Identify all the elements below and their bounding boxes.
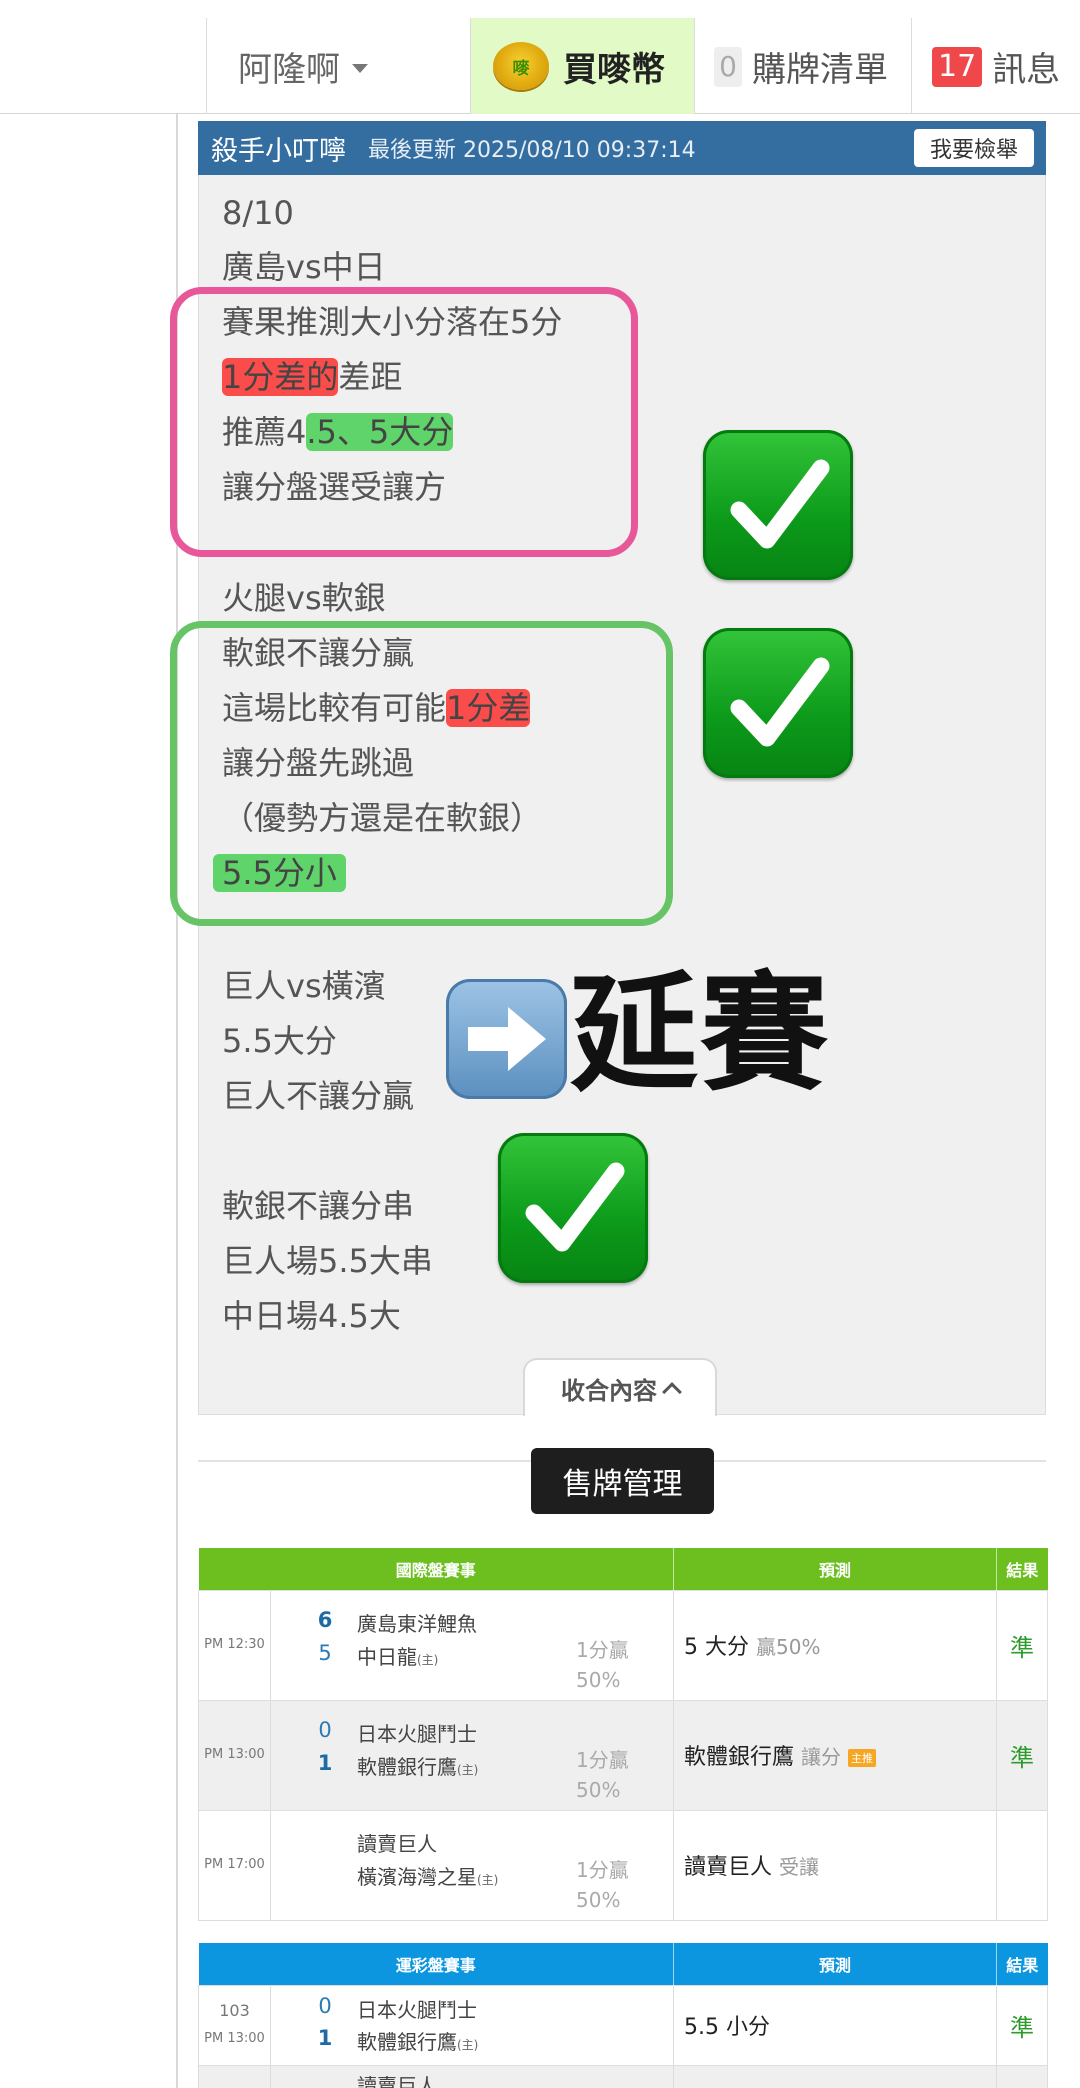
game-number: 103 [219, 2001, 250, 2020]
post-line: 5.5大分 [222, 1022, 337, 1060]
result-badge: 準 [996, 1589, 1049, 1701]
intl-games-table: 國際盤賽事 預測 結果 PM 12:30 6 5 廣島東洋鯉魚 中日龍(主) 1… [198, 1548, 1049, 1921]
result-badge [996, 1809, 1049, 1921]
postponed-label: 延賽 [570, 960, 831, 1109]
lottery-games-table: 運彩盤賽事 預測 結果 103 PM 13:00 0 1 日本火腿鬥士 軟體銀行鷹… [198, 1943, 1049, 2088]
check-mark-icon [703, 430, 853, 580]
teams-cell: 讀賣巨人 [269, 2064, 675, 2088]
home-team[interactable]: 中日龍(主) [357, 1641, 438, 1670]
handicap-pct: 50% [576, 1777, 621, 1802]
post-line: 巨人不讓分贏 [222, 1077, 415, 1115]
home-team[interactable]: 軟體銀行鷹(主) [357, 1751, 478, 1780]
teams-cell: 0 1 日本火腿鬥士 軟體銀行鷹(主) 1分贏 50% [269, 1699, 675, 1811]
game-time: PM 17:00 [198, 1809, 271, 1921]
post-line: 廣島vs中日 [222, 248, 386, 286]
report-button[interactable]: 我要檢舉 [913, 129, 1034, 167]
collapse-content-button[interactable]: 收合內容 [523, 1358, 717, 1416]
nav-divider [911, 18, 912, 114]
chevron-down-icon [352, 64, 368, 73]
home-score: 5 [318, 1640, 332, 1665]
prediction-cell: 5.5 小分 [673, 1984, 998, 2066]
away-team[interactable]: 廣島東洋鯉魚 [357, 1608, 477, 1637]
buy-coins-label: 買嘜幣 [563, 49, 665, 90]
cart-count-badge: 0 [714, 46, 742, 87]
game-time: PM 12:30 [198, 1589, 271, 1701]
post-line: 火腿vs軟銀 [222, 579, 386, 617]
post-line: 巨人vs橫濱 [222, 967, 386, 1005]
pink-annotation-box [170, 287, 638, 557]
away-team[interactable]: 日本火腿鬥士 [357, 1994, 477, 2023]
handicap-line: 1分贏 [576, 1637, 629, 1662]
home-team[interactable]: 軟體銀行鷹(主) [357, 2026, 478, 2055]
chevron-up-icon [662, 1382, 682, 1402]
away-score: 0 [318, 1717, 332, 1742]
column-header-event: 運彩盤賽事 [198, 1943, 675, 1985]
game-number-time: 103 PM 13:00 [198, 1984, 271, 2066]
post-line: 軟銀不讓分串 [222, 1187, 415, 1225]
column-header-prediction: 預測 [673, 1548, 998, 1590]
featured-tag: 主推 [848, 1749, 877, 1767]
post-updated-time: 最後更新 2025/08/10 09:37:14 [368, 138, 696, 163]
table-row: PM 13:00 0 1 日本火腿鬥士 軟體銀行鷹(主) 1分贏 50% 軟體銀… [198, 1699, 1049, 1811]
handicap-pct: 50% [576, 1887, 621, 1912]
handicap-pct: 50% [576, 1667, 621, 1692]
message-count-badge: 17 [932, 46, 983, 87]
table-row: PM 17:00 讀賣巨人 橫濱海灣之星(主) 1分贏 50% 讀賣巨人 受讓 [198, 1809, 1049, 1921]
away-team[interactable]: 讀賣巨人 [357, 2070, 437, 2088]
home-score: 1 [317, 2025, 333, 2050]
top-nav: 阿隆啊 嘜 買嘜幣 0 購牌清單 17 訊息 [0, 0, 1080, 114]
teams-cell: 6 5 廣島東洋鯉魚 中日龍(主) 1分贏 50% [269, 1589, 675, 1701]
coin-icon: 嘜 [487, 42, 555, 90]
nav-divider [206, 18, 207, 114]
away-team[interactable]: 日本火腿鬥士 [357, 1718, 477, 1747]
check-mark-icon [703, 628, 853, 778]
home-team[interactable]: 橫濱海灣之星(主) [357, 1861, 498, 1890]
away-score: 6 [317, 1607, 333, 1632]
teams-cell: 0 1 日本火腿鬥士 軟體銀行鷹(主) [269, 1984, 675, 2066]
cart-label: 購牌清單 [752, 50, 888, 90]
handicap-line: 1分贏 [576, 1857, 629, 1882]
game-time: PM 13:00 [204, 2031, 265, 2046]
away-team[interactable]: 讀賣巨人 [357, 1828, 437, 1857]
user-menu[interactable]: 阿隆啊 [238, 42, 368, 91]
collapse-label: 收合內容 [561, 1376, 657, 1405]
away-score: 0 [318, 1993, 332, 2018]
table-row: PM 12:30 6 5 廣島東洋鯉魚 中日龍(主) 1分贏 50% 5 大分 … [198, 1589, 1049, 1701]
messages-label: 訊息 [992, 50, 1061, 90]
prediction-cell: 讀賣巨人 受讓 [673, 1809, 998, 1921]
table-row: 103 PM 13:00 0 1 日本火腿鬥士 軟體銀行鷹(主) 5.5 小分 準 [198, 1984, 1049, 2066]
table-header-row: 國際盤賽事 預測 結果 [198, 1548, 1048, 1590]
green-annotation-box [170, 621, 673, 926]
right-arrow-icon [446, 979, 567, 1099]
post-header: 殺手小叮嚀 最後更新 2025/08/10 09:37:14 我要檢舉 [198, 121, 1046, 175]
post-line: 8/10 [222, 194, 294, 232]
handicap-line: 1分贏 [576, 1747, 629, 1772]
column-header-prediction: 預測 [673, 1943, 998, 1985]
nav-divider [694, 18, 695, 114]
column-header-event: 國際盤賽事 [198, 1548, 675, 1590]
ticket-sales-management-button[interactable]: 售牌管理 [531, 1448, 714, 1514]
column-header-result: 結果 [996, 1548, 1048, 1590]
teams-cell: 讀賣巨人 橫濱海灣之星(主) 1分贏 50% [269, 1809, 675, 1921]
prediction-cell: 5 大分 贏50% [673, 1589, 998, 1701]
table-row: 讀賣巨人 [198, 2064, 1049, 2088]
check-mark-icon [498, 1133, 648, 1283]
user-name: 阿隆啊 [238, 50, 340, 90]
home-score: 1 [317, 1750, 333, 1775]
post-line: 巨人場5.5大串 [222, 1242, 433, 1280]
result-badge: 準 [996, 1984, 1049, 2066]
prediction-cell: 軟體銀行鷹 讓分 主推 [673, 1699, 998, 1811]
game-time: PM 13:00 [198, 1699, 271, 1811]
table-header-row: 運彩盤賽事 預測 結果 [198, 1943, 1048, 1985]
column-header-result: 結果 [996, 1943, 1048, 1985]
post-line: 中日場4.5大 [222, 1297, 401, 1335]
messages-button[interactable]: 17 訊息 [932, 42, 1060, 91]
post-author[interactable]: 殺手小叮嚀 [211, 129, 346, 168]
result-badge: 準 [996, 1699, 1049, 1811]
buy-coins-button[interactable]: 嘜 買嘜幣 [471, 18, 694, 114]
ticket-cart-button[interactable]: 0 購牌清單 [714, 42, 888, 91]
